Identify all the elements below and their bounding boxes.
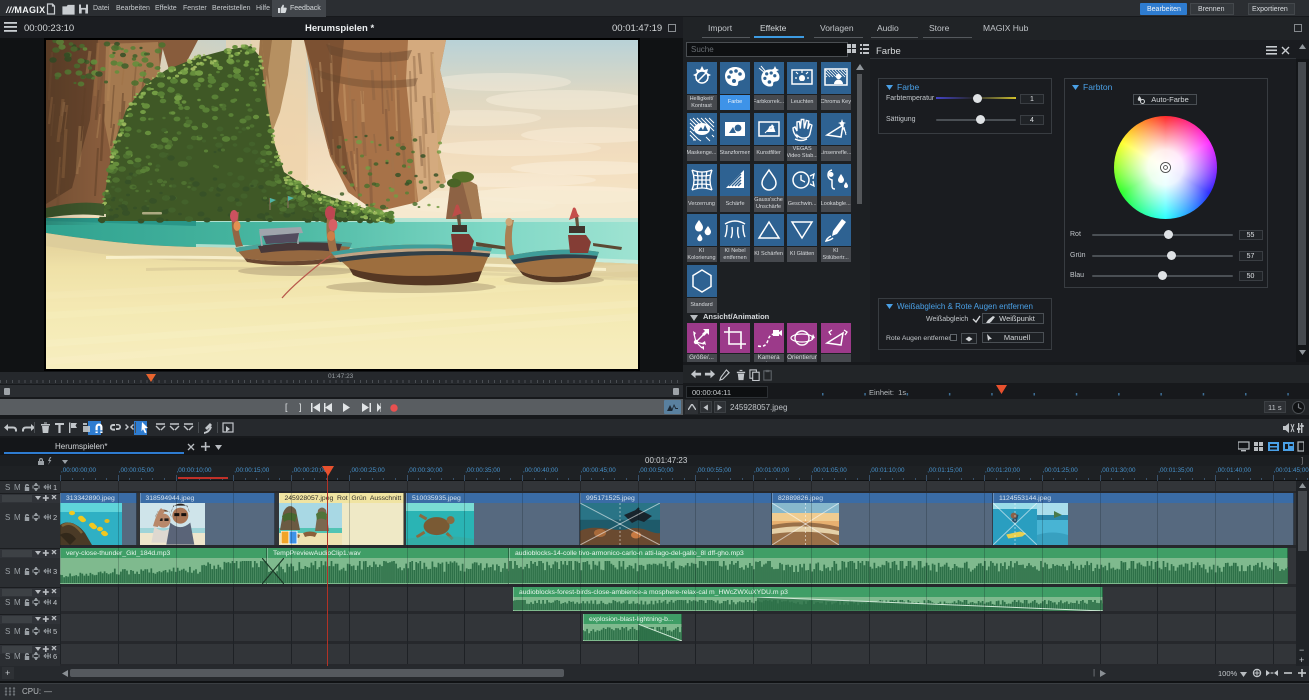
svg-text:M: M xyxy=(14,567,21,575)
svg-text:M: M xyxy=(14,652,21,660)
svg-text:M: M xyxy=(14,513,21,521)
svg-text:S: S xyxy=(5,598,10,606)
svg-text:M: M xyxy=(14,483,21,491)
svg-text:M: M xyxy=(14,598,21,606)
svg-text:S: S xyxy=(5,567,10,575)
svg-text:S: S xyxy=(5,483,10,491)
svg-text:M: M xyxy=(14,627,21,635)
svg-text:S: S xyxy=(5,513,10,521)
svg-text:S: S xyxy=(5,652,10,660)
svg-text:S: S xyxy=(5,627,10,635)
